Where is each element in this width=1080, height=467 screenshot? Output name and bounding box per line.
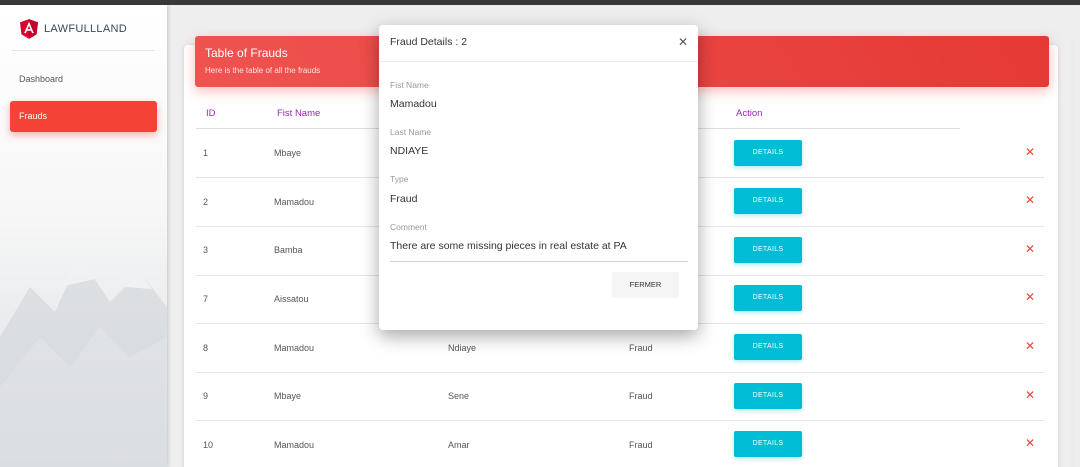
close-icon[interactable]: ✕ [1025, 243, 1035, 255]
table-cell-first-name: Mamadou [274, 197, 315, 207]
sidebar-item-dashboard[interactable]: Dashboard [10, 64, 157, 95]
fraud-details-modal: Fraud Details : 2 ✕ Fist Name Mamadou La… [379, 25, 698, 330]
close-icon[interactable]: ✕ [1025, 146, 1035, 158]
sidebar-item-frauds[interactable]: Frauds [10, 101, 157, 132]
column-header-id: ID [206, 108, 216, 119]
table-cell-first-name: Mamadou [274, 440, 315, 450]
fermer-button[interactable]: FERMER [612, 272, 679, 298]
field-label-type: Type [390, 174, 409, 184]
table-cell-first-name: Mbaye [274, 391, 302, 401]
table-cell-first-name: Mbaye [274, 148, 302, 158]
table-cell-type: Fraud [629, 391, 653, 401]
card-subtitle: Here is the table of all the frauds [205, 66, 321, 75]
close-icon[interactable]: ✕ [1025, 340, 1035, 352]
table-cell-type: Fraud [629, 440, 653, 450]
details-button[interactable]: DETAILS [734, 383, 802, 409]
field-value-comment: There are some missing pieces in real es… [390, 240, 627, 252]
table-cell-id: 1 [203, 148, 209, 158]
table-cell-last-name: Ndiaye [448, 343, 477, 353]
modal-divider [390, 261, 688, 262]
details-button[interactable]: DETAILS [734, 285, 802, 311]
close-icon[interactable]: ✕ [1025, 389, 1035, 401]
column-header-first-name: Fist Name [277, 108, 321, 119]
table-cell-type: Fraud [629, 343, 653, 353]
table-cell-id: 9 [203, 391, 209, 401]
table-cell-first-name: Bamba [274, 245, 303, 255]
field-label-last-name: Last Name [390, 127, 432, 137]
table-cell-id: 10 [203, 440, 214, 450]
close-icon[interactable]: ✕ [1025, 291, 1035, 303]
details-button[interactable]: DETAILS [734, 431, 802, 457]
table-cell-first-name: Aissatou [274, 294, 309, 304]
card-title: Table of Frauds [205, 46, 288, 60]
row-divider [196, 372, 1044, 373]
sidebar-background-image [0, 257, 167, 467]
brand-name: LAWFULLLAND [44, 23, 127, 35]
modal-divider [379, 61, 698, 62]
close-icon[interactable]: ✕ [1025, 437, 1035, 449]
table-cell-id: 8 [203, 343, 209, 353]
field-value-last-name: NDIAYE [390, 145, 429, 157]
angular-logo-icon [20, 19, 38, 39]
row-divider [196, 420, 1044, 421]
table-cell-first-name: Mamadou [274, 343, 315, 353]
table-cell-last-name: Amar [448, 440, 470, 450]
field-value-type: Fraud [390, 193, 418, 205]
table-cell-id: 7 [203, 294, 209, 304]
table-cell-id: 2 [203, 197, 209, 207]
field-label-first-name: Fist Name [390, 80, 429, 90]
details-button[interactable]: DETAILS [734, 334, 802, 360]
field-label-comment: Comment [390, 222, 427, 232]
field-value-first-name: Mamadou [390, 98, 437, 110]
sidebar: LAWFULLLAND Dashboard Frauds [0, 5, 167, 467]
details-button[interactable]: DETAILS [734, 140, 802, 166]
table-cell-id: 3 [203, 245, 209, 255]
close-icon[interactable]: ✕ [678, 36, 688, 48]
scrollbar[interactable] [1071, 40, 1075, 467]
column-header-action: Action [736, 108, 763, 119]
divider [12, 50, 155, 51]
modal-title: Fraud Details : 2 [390, 36, 468, 48]
brand[interactable]: LAWFULLLAND [20, 19, 127, 39]
details-button[interactable]: DETAILS [734, 237, 802, 263]
table-cell-last-name: Sene [448, 391, 470, 401]
details-button[interactable]: DETAILS [734, 188, 802, 214]
close-icon[interactable]: ✕ [1025, 194, 1035, 206]
